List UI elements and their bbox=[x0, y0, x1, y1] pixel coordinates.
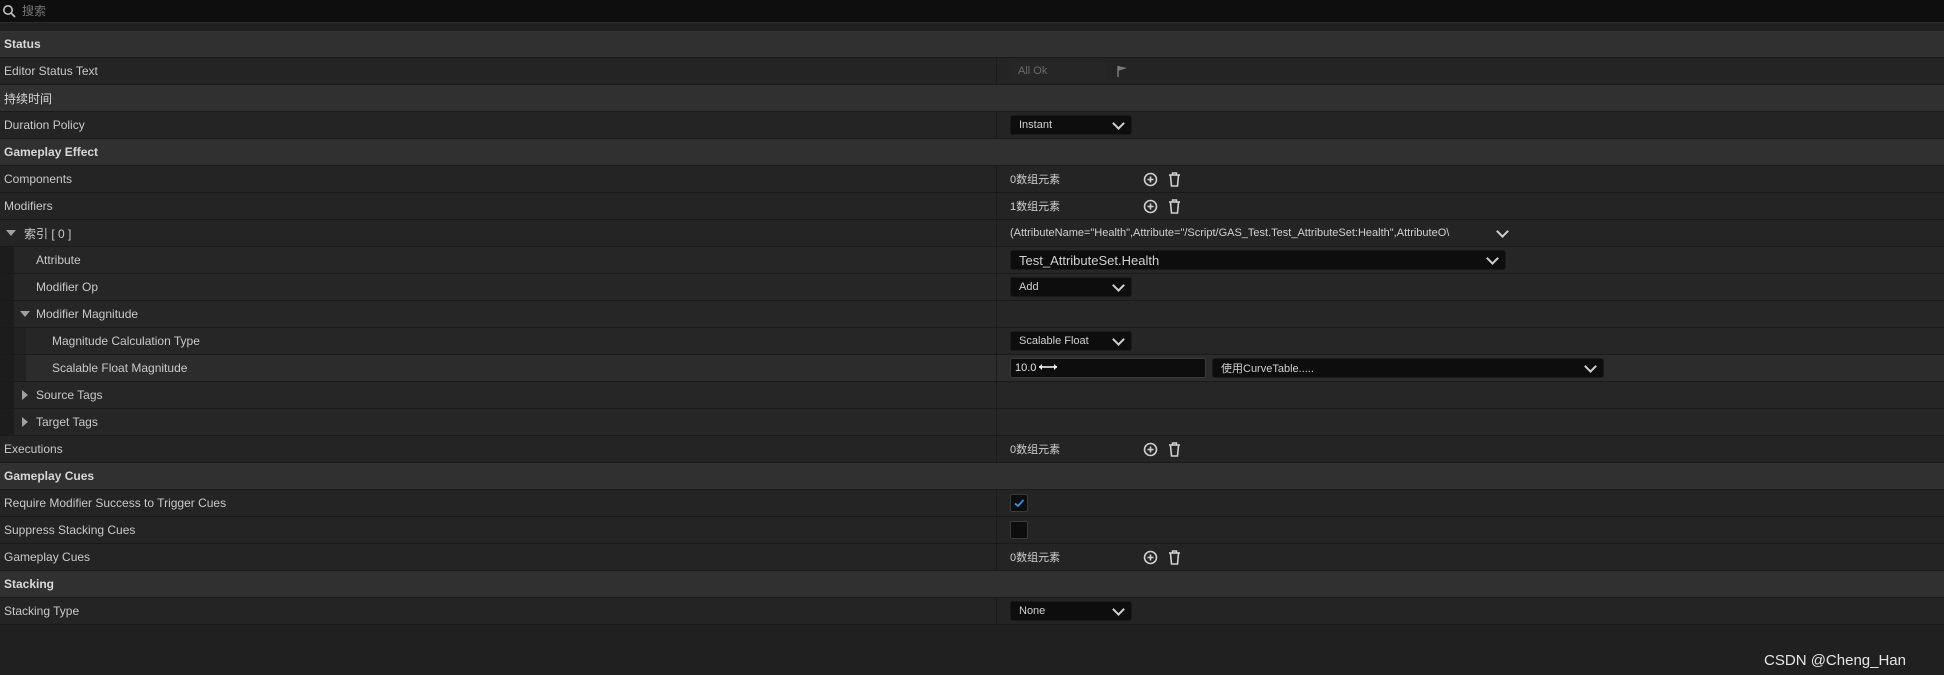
property-label: Target Tags bbox=[36, 415, 98, 429]
add-element-icon[interactable] bbox=[1142, 171, 1158, 187]
trash-icon[interactable] bbox=[1166, 198, 1182, 214]
property-label: Modifiers bbox=[4, 199, 53, 213]
row-components: Components 0数组元素 bbox=[0, 166, 1944, 193]
chevron-down-icon[interactable] bbox=[1496, 224, 1509, 238]
property-label: Executions bbox=[4, 442, 63, 456]
struct-summary: (AttributeName="Health",Attribute="/Scri… bbox=[1010, 227, 1450, 239]
add-element-icon[interactable] bbox=[1142, 441, 1158, 457]
category-label: Stacking bbox=[4, 577, 55, 591]
category-duration[interactable]: 持续时间 bbox=[0, 85, 1944, 112]
search-bar bbox=[0, 0, 1944, 23]
curve-table-dropdown[interactable]: 使用CurveTable..... bbox=[1212, 358, 1604, 378]
property-label: Magnitude Calculation Type bbox=[52, 334, 200, 348]
modifier-op-dropdown[interactable]: Add bbox=[1010, 277, 1132, 297]
property-label: Editor Status Text bbox=[4, 64, 98, 78]
duration-policy-dropdown[interactable]: Instant bbox=[1010, 115, 1132, 135]
expand-arrow-icon[interactable] bbox=[20, 311, 30, 317]
expand-arrow-icon[interactable] bbox=[6, 230, 16, 236]
details-panel: Status Editor Status Text All Ok 持续时间 Du… bbox=[0, 31, 1944, 625]
property-label: Stacking Type bbox=[4, 604, 80, 618]
require-success-checkbox[interactable] bbox=[1010, 494, 1028, 512]
property-label: Components bbox=[4, 172, 73, 186]
add-element-icon[interactable] bbox=[1142, 198, 1158, 214]
property-label: Require Modifier Success to Trigger Cues bbox=[4, 496, 227, 510]
row-stacking-type: Stacking Type None bbox=[0, 598, 1944, 625]
row-scalable-float-magnitude: Scalable Float Magnitude 10.0 使用CurveTab… bbox=[0, 355, 1944, 382]
category-label: Gameplay Effect bbox=[4, 145, 99, 159]
checkmark-icon bbox=[1014, 499, 1025, 508]
trash-icon[interactable] bbox=[1166, 171, 1182, 187]
chevron-down-icon bbox=[1112, 332, 1125, 346]
stacking-type-dropdown[interactable]: None bbox=[1010, 601, 1132, 621]
row-target-tags[interactable]: Target Tags bbox=[0, 409, 1944, 436]
property-label: Source Tags bbox=[36, 388, 103, 402]
property-label: Suppress Stacking Cues bbox=[4, 523, 136, 537]
chevron-down-icon bbox=[1112, 116, 1125, 130]
array-count: 0数组元素 bbox=[1010, 552, 1061, 564]
chevron-down-icon bbox=[1112, 278, 1125, 292]
row-modifier-op: Modifier Op Add bbox=[0, 274, 1944, 301]
row-magnitude-calculation-type: Magnitude Calculation Type Scalable Floa… bbox=[0, 328, 1944, 355]
trash-icon[interactable] bbox=[1166, 441, 1182, 457]
category-label: Status bbox=[4, 37, 41, 51]
category-stacking[interactable]: Stacking bbox=[0, 571, 1944, 598]
scalable-float-input[interactable]: 10.0 bbox=[1010, 358, 1206, 378]
chevron-down-icon bbox=[1112, 602, 1125, 616]
row-suppress-stacking-cues: Suppress Stacking Cues bbox=[0, 517, 1944, 544]
row-index-0[interactable]: 索引 [ 0 ] (AttributeName="Health",Attribu… bbox=[0, 220, 1944, 247]
index-label: 索引 [ 0 ] bbox=[24, 226, 72, 241]
property-label: Modifier Magnitude bbox=[36, 307, 139, 321]
array-count: 1数组元素 bbox=[1010, 201, 1061, 213]
add-element-icon[interactable] bbox=[1142, 549, 1158, 565]
attribute-dropdown[interactable]: Test_AttributeSet.Health bbox=[1010, 250, 1506, 270]
resize-cursor-icon bbox=[1037, 362, 1059, 375]
editor-status-value: All Ok bbox=[1010, 62, 1106, 80]
property-label: Duration Policy bbox=[4, 118, 85, 132]
property-label: Modifier Op bbox=[36, 280, 99, 294]
property-label: Scalable Float Magnitude bbox=[52, 361, 188, 375]
calculation-type-dropdown[interactable]: Scalable Float bbox=[1010, 331, 1132, 351]
trash-icon[interactable] bbox=[1166, 549, 1182, 565]
flag-icon bbox=[1114, 63, 1130, 79]
category-label: 持续时间 bbox=[4, 91, 53, 106]
category-gameplay-effect[interactable]: Gameplay Effect bbox=[0, 139, 1944, 166]
property-label: Attribute bbox=[36, 253, 81, 267]
watermark: CSDN @Cheng_Han bbox=[1764, 652, 1906, 669]
row-modifier-magnitude[interactable]: Modifier Magnitude bbox=[0, 301, 1944, 328]
property-label: Gameplay Cues bbox=[4, 550, 91, 564]
search-input[interactable] bbox=[20, 3, 624, 19]
category-status[interactable]: Status bbox=[0, 31, 1944, 58]
row-source-tags[interactable]: Source Tags bbox=[0, 382, 1944, 409]
array-count: 0数组元素 bbox=[1010, 444, 1061, 456]
row-gameplay-cues: Gameplay Cues 0数组元素 bbox=[0, 544, 1944, 571]
row-editor-status-text: Editor Status Text All Ok bbox=[0, 58, 1944, 85]
chevron-down-icon bbox=[1584, 359, 1597, 373]
row-require-modifier-success: Require Modifier Success to Trigger Cues bbox=[0, 490, 1944, 517]
row-modifiers: Modifiers 1数组元素 bbox=[0, 193, 1944, 220]
chevron-down-icon bbox=[1486, 251, 1499, 265]
search-icon bbox=[0, 2, 18, 20]
suppress-stacking-checkbox[interactable] bbox=[1010, 521, 1028, 539]
expand-arrow-icon[interactable] bbox=[22, 417, 28, 427]
row-attribute: Attribute Test_AttributeSet.Health bbox=[0, 247, 1944, 274]
category-label: Gameplay Cues bbox=[4, 469, 95, 483]
row-executions: Executions 0数组元素 bbox=[0, 436, 1944, 463]
row-duration-policy: Duration Policy Instant bbox=[0, 112, 1944, 139]
category-gameplay-cues[interactable]: Gameplay Cues bbox=[0, 463, 1944, 490]
array-count: 0数组元素 bbox=[1010, 174, 1061, 186]
expand-arrow-icon[interactable] bbox=[22, 390, 28, 400]
